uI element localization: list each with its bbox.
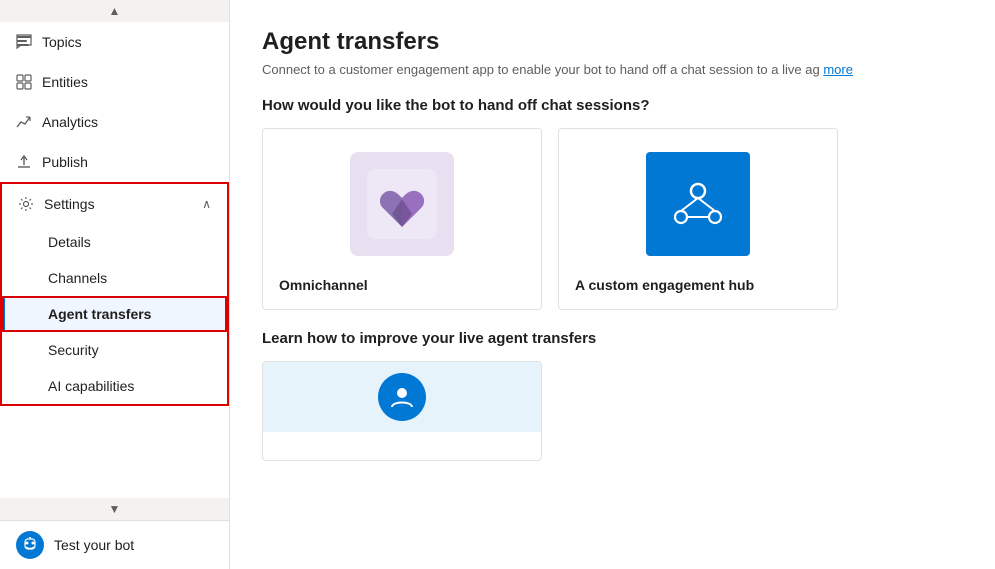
sidebar-item-analytics-label: Analytics — [42, 114, 98, 130]
sidebar-item-security-label: Security — [48, 342, 99, 358]
settings-icon — [18, 196, 34, 212]
learn-card-top — [263, 362, 541, 432]
custom-hub-icon — [646, 152, 750, 256]
test-bot-button[interactable]: Test your bot — [0, 520, 229, 569]
sidebar-item-ai-capabilities-label: AI capabilities — [48, 378, 134, 394]
omnichannel-card[interactable]: Omnichannel — [262, 128, 542, 310]
sidebar-item-ai-capabilities[interactable]: AI capabilities — [2, 368, 227, 404]
sidebar-item-publish[interactable]: Publish — [0, 142, 229, 182]
publish-icon — [16, 154, 32, 170]
omnichannel-icon-area — [347, 149, 457, 259]
learn-cards-row — [262, 361, 963, 461]
analytics-icon — [16, 114, 32, 130]
main-content: Agent transfers Connect to a customer en… — [230, 0, 995, 569]
sidebar-item-channels[interactable]: Channels — [2, 260, 227, 296]
sidebar-item-entities-label: Entities — [42, 74, 88, 90]
settings-group: Settings ∧ Details Channels Agent transf… — [0, 182, 229, 406]
transfer-cards-row: Omnichannel A custom — [262, 128, 963, 310]
custom-hub-label: A custom engagement hub — [575, 271, 754, 293]
sidebar-item-topics-label: Topics — [42, 34, 82, 50]
section1-title: How would you like the bot to hand off c… — [262, 97, 963, 114]
test-bot-label: Test your bot — [54, 537, 134, 553]
sidebar-item-publish-label: Publish — [42, 154, 88, 170]
sidebar-item-agent-transfers-label: Agent transfers — [48, 306, 151, 322]
sidebar-item-analytics[interactable]: Analytics — [0, 102, 229, 142]
sidebar-item-settings[interactable]: Settings ∧ — [2, 184, 227, 224]
bot-avatar — [16, 531, 44, 559]
settings-header-left: Settings — [18, 196, 95, 212]
settings-submenu: Details Channels Agent transfers Securit… — [2, 224, 227, 404]
sidebar-item-topics[interactable]: Topics — [0, 22, 229, 62]
topics-icon — [16, 34, 32, 50]
learn-avatar — [378, 373, 426, 421]
page-description-text: Connect to a customer engagement app to … — [262, 62, 820, 77]
learn-card-1[interactable] — [262, 361, 542, 461]
sidebar-scroll: Topics Entities Analytics — [0, 22, 229, 498]
custom-hub-icon-area — [643, 149, 753, 259]
more-link[interactable]: more — [823, 62, 853, 77]
sidebar: ▲ Topics — [0, 0, 230, 569]
omnichannel-icon — [350, 152, 454, 256]
custom-hub-card[interactable]: A custom engagement hub — [558, 128, 838, 310]
sidebar-item-entities[interactable]: Entities — [0, 62, 229, 102]
page-description: Connect to a customer engagement app to … — [262, 62, 962, 77]
settings-label: Settings — [44, 196, 95, 212]
section2-title: Learn how to improve your live agent tra… — [262, 330, 963, 347]
settings-chevron-icon: ∧ — [202, 197, 211, 211]
page-title: Agent transfers — [262, 28, 963, 56]
scroll-up-arrow[interactable]: ▲ — [0, 0, 229, 22]
sidebar-item-details-label: Details — [48, 234, 91, 250]
scroll-down-arrow[interactable]: ▼ — [0, 498, 229, 520]
sidebar-item-channels-label: Channels — [48, 270, 107, 286]
sidebar-item-details[interactable]: Details — [2, 224, 227, 260]
entities-icon — [16, 74, 32, 90]
sidebar-item-agent-transfers[interactable]: Agent transfers — [2, 296, 227, 332]
sidebar-item-security[interactable]: Security — [2, 332, 227, 368]
omnichannel-label: Omnichannel — [279, 271, 368, 293]
